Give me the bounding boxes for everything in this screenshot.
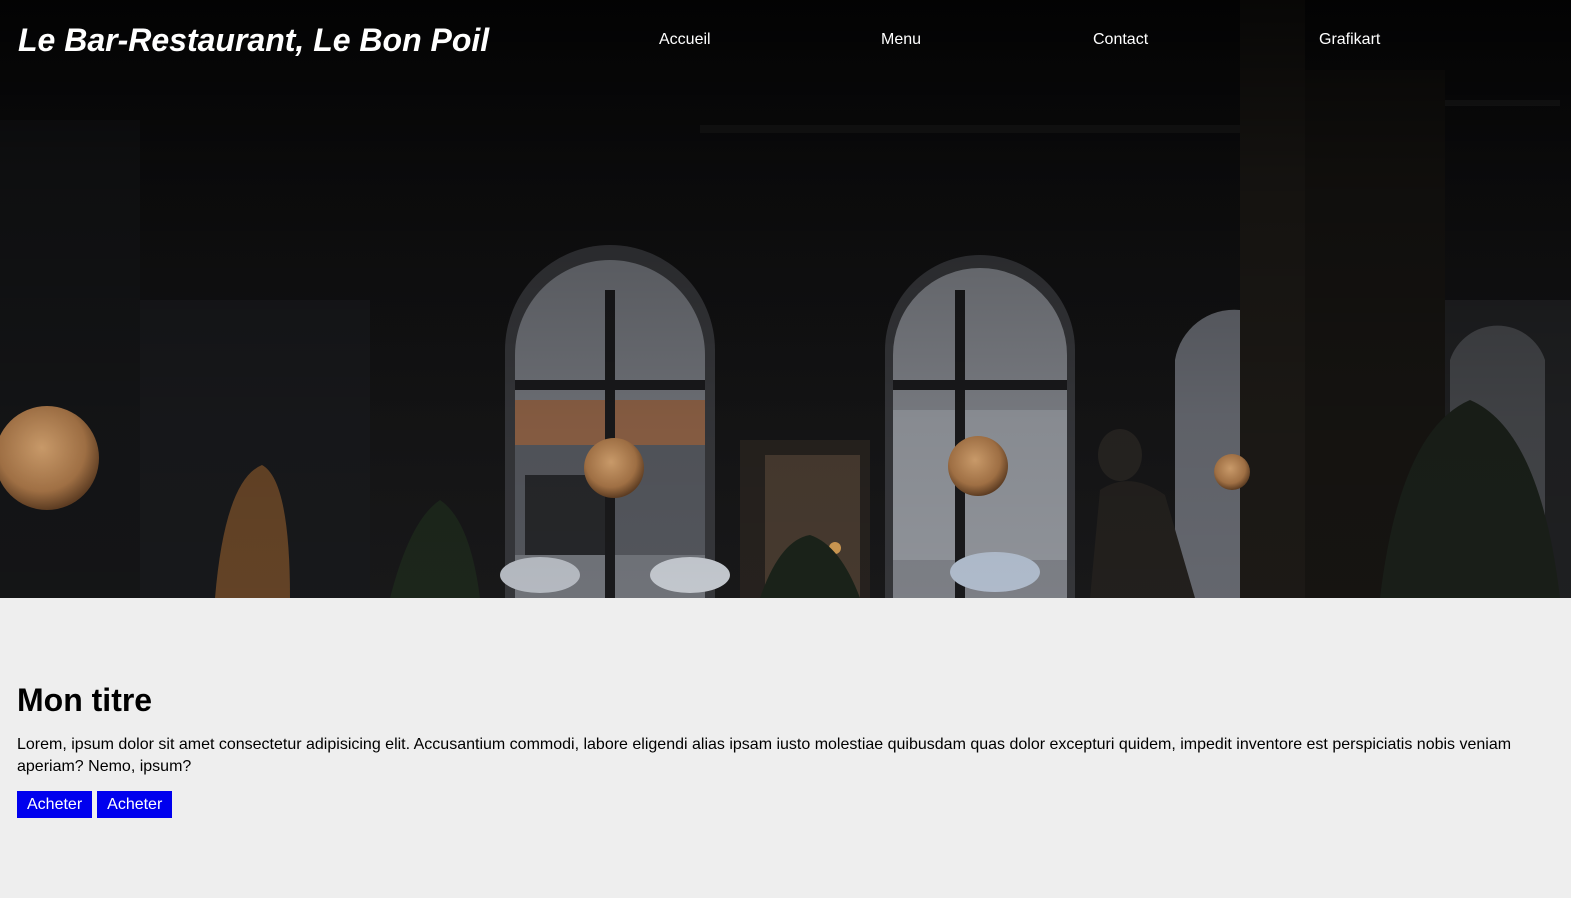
button-group: Acheter Acheter: [17, 791, 173, 818]
nav-link-accueil[interactable]: Accueil: [659, 31, 711, 49]
buy-button[interactable]: Acheter: [17, 791, 93, 818]
buy-button-secondary[interactable]: Acheter: [97, 791, 173, 818]
hero-banner: Le Bar-Restaurant, Le Bon Poil Accueil M…: [0, 0, 1571, 598]
site-title[interactable]: Le Bar-Restaurant, Le Bon Poil: [18, 22, 489, 59]
page-title: Mon titre: [17, 682, 153, 718]
nav-link-menu[interactable]: Menu: [881, 31, 921, 49]
nav-link-grafikart[interactable]: Grafikart: [1319, 31, 1380, 49]
site-header: Le Bar-Restaurant, Le Bon Poil Accueil M…: [0, 0, 1571, 82]
main-content: Mon titre Lorem, ipsum dolor sit amet co…: [0, 598, 1571, 898]
nav-link-contact[interactable]: Contact: [1093, 31, 1148, 49]
hero-background-image: [0, 0, 1571, 598]
intro-paragraph: Lorem, ipsum dolor sit amet consectetur …: [17, 736, 1512, 775]
